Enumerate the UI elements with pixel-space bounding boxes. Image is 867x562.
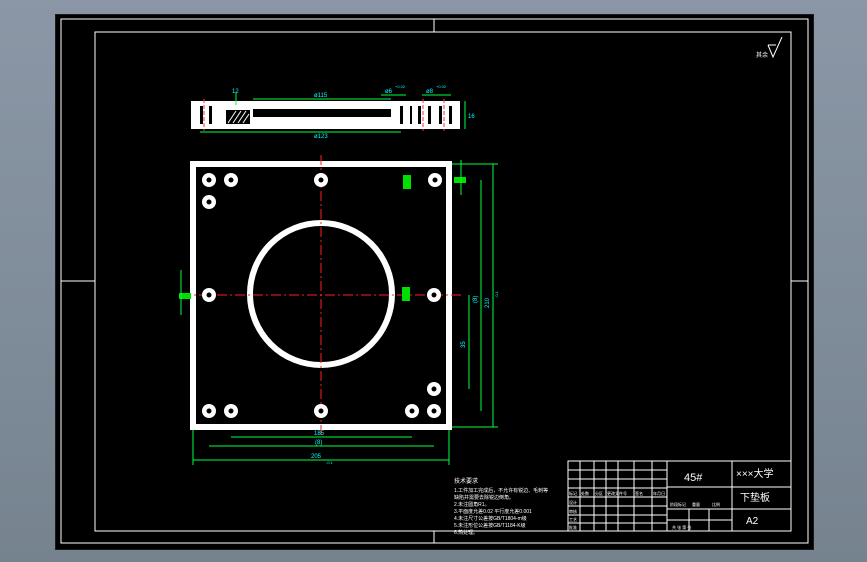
svg-text:3.平面度允差0.02 平行度允差0.001: 3.平面度允差0.02 平行度允差0.001 — [454, 508, 532, 515]
svg-text:-0.1: -0.1 — [326, 460, 334, 465]
dim-hole-6: ø6 — [385, 89, 393, 95]
svg-text:比例: 比例 — [712, 501, 720, 507]
dim-small-12: 12 — [232, 89, 239, 95]
school-label: ×××大学 — [736, 467, 774, 480]
dim-height-35: 35 — [461, 341, 467, 348]
dim-hole-8: ø8 — [426, 89, 434, 95]
part-name-label: 下垫板 — [740, 491, 770, 504]
svg-text:1.工件加工完成后，不允许有锐边、毛刺等: 1.工件加工完成后，不允许有锐边、毛刺等 — [454, 487, 548, 494]
svg-text:5.未注形位公差按GB/T1184-K级: 5.未注形位公差按GB/T1184-K级 — [454, 522, 526, 529]
svg-text:工艺: 工艺 — [569, 517, 577, 522]
svg-text:共 张 第 张: 共 张 第 张 — [672, 524, 691, 530]
plan-view: 185 (8) 205 -0.1 210 -0.1 (8) 35 — [179, 155, 499, 465]
cad-viewport[interactable]: 其余 ø115 ø123 ø6 +0.02 ø8 +0.02 16 12 185… — [55, 14, 814, 550]
svg-text:4.未注尺寸公差按GB/T1804-m级: 4.未注尺寸公差按GB/T1804-m级 — [454, 515, 527, 522]
dim-width-8: (8) — [315, 440, 322, 446]
svg-text:设计: 设计 — [569, 499, 577, 505]
dim-diameter-115: ø115 — [314, 93, 328, 99]
outer-frame — [60, 18, 809, 544]
title-block-text: 45# ×××大学 下垫板 A2 标记 处数 分区 更改文件号 签名 年月日 设… — [569, 467, 774, 530]
drawing-canvas: 其余 ø115 ø123 ø6 +0.02 ø8 +0.02 16 12 185… — [60, 18, 809, 544]
section-view: ø115 ø123 ø6 +0.02 ø8 +0.02 16 12 — [191, 84, 475, 140]
svg-text:处数: 处数 — [581, 490, 589, 496]
svg-text:更改文件号: 更改文件号 — [607, 490, 627, 496]
surface-finish-symbol: 其余 — [756, 36, 783, 59]
svg-text:批准: 批准 — [569, 524, 577, 530]
svg-text:分区: 分区 — [595, 490, 603, 496]
tech-req-title: 技术要求 — [454, 477, 478, 485]
svg-text:+0.02: +0.02 — [436, 84, 447, 89]
svg-text:阶段标记: 阶段标记 — [670, 501, 686, 507]
sheet-size-label: A2 — [746, 516, 759, 527]
dim-height-210: 210 — [485, 297, 491, 308]
svg-text:2.未注圆角R1。: 2.未注圆角R1。 — [454, 501, 490, 508]
tech-requirements: 技术要求 1.工件加工完成后，不允许有锐边、毛刺等 缺陷并需要去除锐边倒角。 2… — [454, 477, 548, 536]
section-recess — [253, 109, 391, 117]
svg-text:标记: 标记 — [569, 490, 577, 496]
svg-text:审核: 审核 — [569, 508, 577, 514]
dim-diameter-123: ø123 — [314, 134, 328, 140]
dim-width-185: 185 — [314, 431, 325, 437]
svg-text:签名: 签名 — [635, 490, 643, 496]
svg-text:年月日: 年月日 — [653, 490, 665, 496]
svg-text:6.热处理。: 6.热处理。 — [454, 529, 478, 536]
svg-text:缺陷并需要去除锐边倒角。: 缺陷并需要去除锐边倒角。 — [454, 494, 514, 501]
svg-text:重量: 重量 — [692, 501, 700, 507]
svg-text:-0.1: -0.1 — [494, 290, 499, 298]
dim-width-205: 205 — [311, 454, 322, 460]
svg-text:+0.02: +0.02 — [395, 84, 406, 89]
dim-height-16: 16 — [468, 114, 475, 120]
material-label: 45# — [684, 472, 703, 484]
dim-height-8: (8) — [473, 296, 479, 303]
svg-text:其余: 其余 — [756, 51, 768, 59]
